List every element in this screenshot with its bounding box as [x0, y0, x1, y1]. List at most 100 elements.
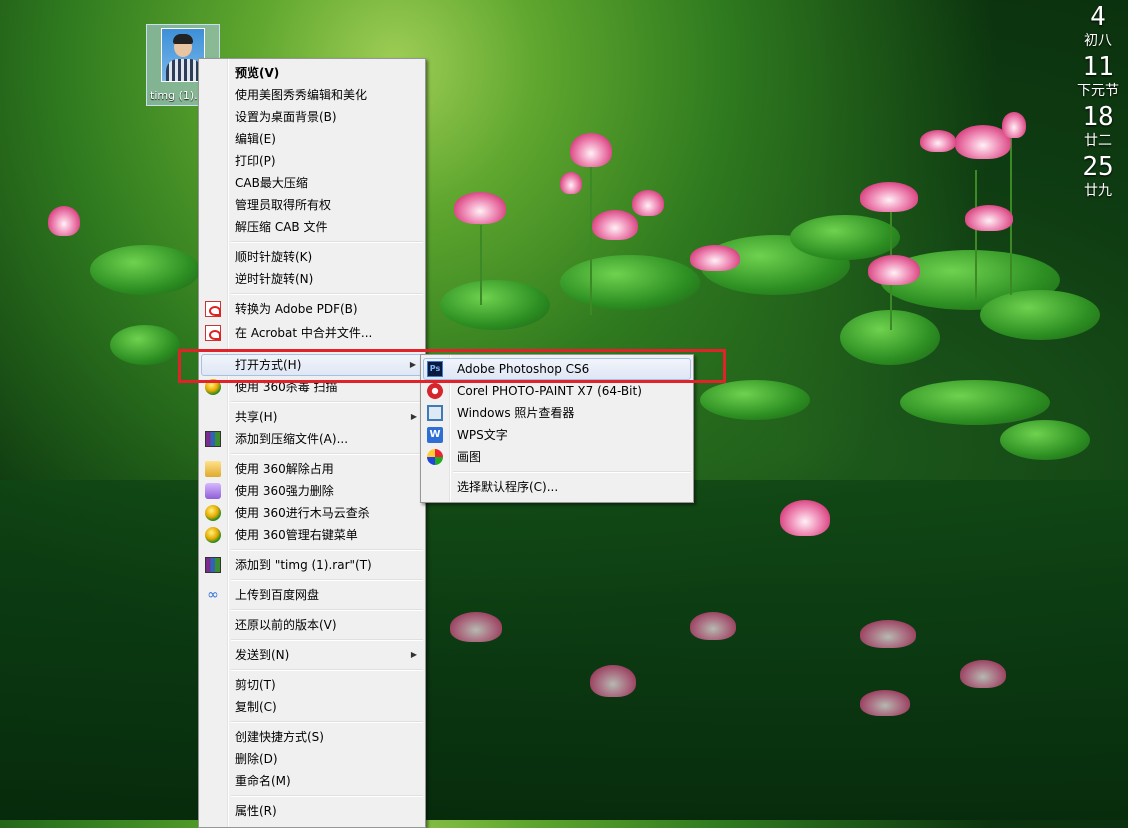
lily-pad — [90, 245, 200, 295]
paint-icon — [427, 449, 443, 465]
menu-item-label: 复制(C) — [235, 700, 277, 714]
menu-item-360-trojan-scan[interactable]: 使用 360进行木马云查杀 — [199, 502, 425, 524]
menu-item-preview[interactable]: 预览(V) — [199, 62, 425, 84]
lotus-flower — [632, 190, 664, 216]
calendar-lunar-date: 廿九 — [1084, 183, 1112, 199]
menu-item-edit[interactable]: 编辑(E) — [199, 128, 425, 150]
lotus-flower — [960, 660, 1006, 688]
submenu-arrow-icon: ▶ — [410, 412, 417, 421]
menu-item-baidu-upload[interactable]: ∞ 上传到百度网盘 — [199, 584, 425, 606]
menu-item-properties[interactable]: 属性(R) — [199, 800, 425, 822]
menu-item-label: 使用 360解除占用 — [235, 462, 334, 476]
menu-item-360-menu-manager[interactable]: 使用 360管理右键菜单 — [199, 524, 425, 546]
menu-item-convert-pdf[interactable]: 转换为 Adobe PDF(B) — [199, 298, 425, 320]
menu-item-meitu-edit[interactable]: 使用美图秀秀编辑和美化 — [199, 84, 425, 106]
menu-item-label: Corel PHOTO-PAINT X7 (64-Bit) — [457, 384, 642, 398]
menu-item-label: 剪切(T) — [235, 678, 276, 692]
submenu-item-choose-default[interactable]: 选择默认程序(C)... — [421, 476, 693, 498]
lotus-flower — [450, 612, 502, 642]
lotus-flower — [868, 255, 920, 285]
menu-item-set-wallpaper[interactable]: 设置为桌面背景(B) — [199, 106, 425, 128]
menu-item-label: 打印(P) — [235, 154, 276, 168]
flower-stem — [480, 225, 482, 305]
menu-item-label: 转换为 Adobe PDF(B) — [235, 302, 358, 316]
menu-item-label: 解压缩 CAB 文件 — [235, 220, 328, 234]
menu-item-delete[interactable]: 删除(D) — [199, 748, 425, 770]
menu-item-take-ownership[interactable]: 管理员取得所有权 — [199, 194, 425, 216]
menu-item-rotate-counterclockwise[interactable]: 逆时针旋转(N) — [199, 268, 425, 290]
menu-item-send-to[interactable]: 发送到(N) ▶ — [199, 644, 425, 666]
pdf-icon — [205, 325, 221, 341]
menu-item-label: 还原以前的版本(V) — [235, 618, 337, 632]
menu-item-label: 选择默认程序(C)... — [457, 480, 559, 494]
menu-item-label: 上传到百度网盘 — [235, 588, 320, 602]
photo-viewer-icon — [427, 405, 443, 421]
menu-separator — [231, 549, 423, 551]
menu-item-cab-compress[interactable]: CAB最大压缩 — [199, 172, 425, 194]
menu-separator — [231, 401, 423, 403]
menu-item-label: 删除(D) — [235, 752, 278, 766]
menu-separator — [231, 795, 423, 797]
lily-pad — [790, 215, 900, 260]
flower-stem — [975, 170, 977, 300]
lotus-flower — [860, 182, 918, 212]
menu-item-label: 设置为桌面背景(B) — [235, 110, 337, 124]
lily-pad — [560, 255, 700, 310]
menu-item-add-to-rar[interactable]: 添加到 "timg (1).rar"(T) — [199, 554, 425, 576]
menu-item-add-to-archive[interactable]: 添加到压缩文件(A)... — [199, 428, 425, 450]
menu-item-label: 使用美图秀秀编辑和美化 — [235, 88, 368, 102]
calendar-widget[interactable]: 4 初八 11 下元节 18 廿二 25 廿九 — [1074, 0, 1122, 202]
submenu-item-paint[interactable]: 画图 — [421, 446, 693, 468]
menu-item-label: 共享(H) — [235, 410, 278, 424]
menu-item-label: 使用 360强力删除 — [235, 484, 334, 498]
menu-separator — [231, 241, 423, 243]
menu-item-360-shred[interactable]: 使用 360强力删除 — [199, 480, 425, 502]
menu-item-label: 属性(R) — [235, 804, 277, 818]
lotus-flower — [590, 665, 636, 697]
lily-pad — [700, 380, 810, 420]
menu-item-cut[interactable]: 剪切(T) — [199, 674, 425, 696]
menu-item-restore-versions[interactable]: 还原以前的版本(V) — [199, 614, 425, 636]
submenu-item-photo-viewer[interactable]: Windows 照片查看器 — [421, 402, 693, 424]
menu-item-label: 编辑(E) — [235, 132, 276, 146]
winrar-icon — [205, 557, 221, 573]
menu-item-360-unlock[interactable]: 使用 360解除占用 — [199, 458, 425, 480]
lotus-flower — [560, 172, 582, 194]
calendar-day: 18 — [1082, 102, 1114, 132]
menu-item-extract-cab[interactable]: 解压缩 CAB 文件 — [199, 216, 425, 238]
highlight-annotation-box — [178, 349, 726, 383]
corel-icon — [427, 383, 443, 399]
menu-separator — [231, 639, 423, 641]
menu-item-label: 重命名(M) — [235, 774, 291, 788]
menu-item-create-shortcut[interactable]: 创建快捷方式(S) — [199, 726, 425, 748]
menu-item-copy[interactable]: 复制(C) — [199, 696, 425, 718]
menu-separator — [231, 669, 423, 671]
menu-item-label: CAB最大压缩 — [235, 176, 308, 190]
lotus-flower — [1002, 112, 1026, 138]
lotus-flower — [780, 500, 830, 536]
lotus-flower — [920, 130, 956, 152]
menu-item-acrobat-merge[interactable]: 在 Acrobat 中合并文件... — [199, 320, 425, 346]
menu-item-rotate-clockwise[interactable]: 顺时针旋转(K) — [199, 246, 425, 268]
menu-item-print[interactable]: 打印(P) — [199, 150, 425, 172]
calendar-lunar-date: 初八 — [1084, 33, 1112, 49]
menu-item-label: 逆时针旋转(N) — [235, 272, 314, 286]
submenu-item-corel[interactable]: Corel PHOTO-PAINT X7 (64-Bit) — [421, 380, 693, 402]
menu-item-label: 发送到(N) — [235, 648, 290, 662]
360-menu-icon — [205, 527, 221, 543]
menu-item-label: 预览(V) — [235, 66, 280, 80]
flower-stem — [590, 165, 592, 315]
lotus-flower — [860, 690, 910, 716]
submenu-item-wps[interactable]: W WPS文字 — [421, 424, 693, 446]
360-unlock-icon — [205, 461, 221, 477]
menu-item-share[interactable]: 共享(H) ▶ — [199, 406, 425, 428]
baidu-cloud-icon: ∞ — [207, 587, 219, 603]
lotus-flower — [690, 612, 736, 640]
lake-water — [0, 480, 1128, 820]
menu-item-rename[interactable]: 重命名(M) — [199, 770, 425, 792]
submenu-arrow-icon: ▶ — [410, 650, 417, 659]
menu-item-label: WPS文字 — [457, 428, 508, 442]
menu-item-label: 添加到 "timg (1).rar"(T) — [235, 558, 372, 572]
menu-item-label: Windows 照片查看器 — [457, 406, 575, 420]
menu-separator — [231, 453, 423, 455]
